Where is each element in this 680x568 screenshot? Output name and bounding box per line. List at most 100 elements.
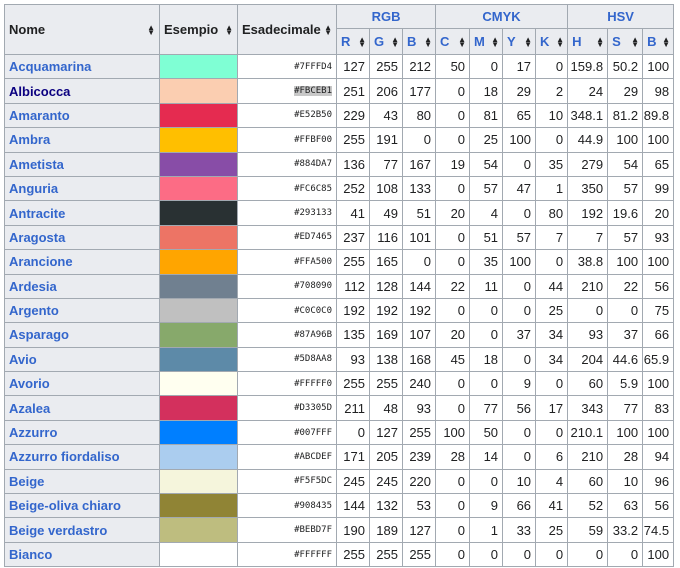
value-r: 255 (336, 541, 370, 568)
value-k: 7 (535, 224, 569, 251)
value-g: 169 (369, 322, 403, 348)
color-name-link[interactable]: Aragosta (4, 224, 160, 251)
color-name-link[interactable]: Antracite (4, 200, 160, 226)
hex-code: #FFA500 (237, 249, 337, 275)
color-name-link[interactable]: Ardesia (4, 273, 160, 299)
column-header-hex[interactable]: Esadecimale ▲ ▼ (237, 4, 337, 55)
table-row: Asparago #87A96B 135 169 107 20 0 37 34 93 37 66 (4, 322, 675, 348)
value-c: 45 (435, 346, 471, 373)
column-header-y-label: Y (507, 34, 516, 49)
column-header-b[interactable]: B ▲ ▼ (401, 28, 437, 55)
value-v: 100 (642, 371, 675, 397)
color-name-link[interactable]: Beige (4, 468, 160, 495)
column-header-r[interactable]: R ▲ ▼ (336, 28, 370, 55)
value-c: 0 (435, 127, 471, 153)
table-row: Beige #F5F5DC 245 245 220 0 0 10 4 60 10 96 (4, 468, 675, 495)
value-y: 0 (502, 419, 537, 446)
value-s: 0 (607, 541, 644, 568)
value-c: 20 (435, 322, 471, 348)
table-row: Albicocca #FBCEB1 251 206 177 0 18 29 2 24 29 98 (4, 78, 675, 104)
color-name-link[interactable]: Asparago (4, 322, 160, 348)
sort-icon[interactable]: ▲ ▼ (424, 35, 432, 48)
column-header-name[interactable]: Nome ▲ ▼ (4, 4, 160, 55)
hex-code: #007FFF (237, 419, 337, 446)
table-row: Azzurro fiordaliso #ABCDEF 171 205 239 28 14 0 6… (4, 444, 675, 470)
value-c: 22 (435, 273, 471, 299)
value-m: 0 (469, 53, 504, 80)
sort-icon[interactable]: ▲ ▼ (147, 23, 155, 36)
hex-code: #293133 (237, 200, 337, 226)
color-name-link[interactable]: Avio (4, 346, 160, 373)
color-name-link[interactable]: Azalea (4, 395, 160, 421)
column-header-s[interactable]: S ▲ ▼ (607, 28, 644, 55)
color-name-link[interactable]: Acquamarina (4, 53, 160, 80)
column-header-example[interactable]: Esempio ▲ ▼ (159, 4, 238, 55)
color-name-link[interactable]: Azzurro fiordaliso (4, 444, 160, 470)
color-name-link[interactable]: Albicocca (4, 78, 160, 104)
value-h: 0 (567, 541, 609, 568)
color-name-link[interactable]: Arancione (4, 249, 160, 275)
color-name-link[interactable]: Amaranto (4, 102, 160, 129)
color-swatch (159, 468, 238, 495)
sort-icon[interactable]: ▲ ▼ (391, 35, 399, 48)
hex-code: #E52B50 (237, 102, 337, 129)
value-b: 212 (401, 53, 437, 80)
value-v: 96 (642, 468, 675, 495)
value-h: 348.1 (567, 102, 609, 129)
color-name-link[interactable]: Avorio (4, 371, 160, 397)
column-header-h[interactable]: H ▲ ▼ (567, 28, 609, 55)
value-s: 100 (607, 419, 644, 446)
color-name-link[interactable]: Bianco (4, 541, 160, 568)
column-header-v[interactable]: B ▲ ▼ (642, 28, 675, 55)
value-c: 0 (435, 371, 471, 397)
value-b: 107 (401, 322, 437, 348)
value-c: 0 (435, 395, 471, 421)
value-k: 0 (535, 541, 569, 568)
table-row: Avio #5D8AA8 93 138 168 45 18 0 34 204 44.6 65.9 (4, 346, 675, 373)
value-b: 80 (401, 102, 437, 129)
value-g: 206 (369, 78, 403, 104)
column-header-y[interactable]: Y ▲ ▼ (502, 28, 537, 55)
column-header-g[interactable]: G ▲ ▼ (369, 28, 403, 55)
value-r: 252 (336, 175, 370, 202)
sort-icon[interactable]: ▲ ▼ (225, 23, 233, 36)
value-y: 56 (502, 395, 537, 421)
color-name-link[interactable]: Ambra (4, 127, 160, 153)
value-v: 98 (642, 78, 675, 104)
sort-icon[interactable]: ▲ ▼ (662, 35, 670, 48)
table-row: Ametista #884DA7 136 77 167 19 54 0 35 279 54 65 (4, 151, 675, 177)
value-m: 57 (469, 175, 504, 202)
table-row: Azalea #D3305D 211 48 93 0 77 56 17 343 77 83 (4, 395, 675, 421)
sort-icon[interactable]: ▲ ▼ (524, 35, 532, 48)
color-name-link[interactable]: Azzurro (4, 419, 160, 446)
value-v: 99 (642, 175, 675, 202)
value-v: 93 (642, 224, 675, 251)
color-name-link[interactable]: Ametista (4, 151, 160, 177)
color-name-link[interactable]: Argento (4, 297, 160, 324)
column-header-k[interactable]: K ▲ ▼ (535, 28, 569, 55)
value-g: 48 (369, 395, 403, 421)
color-name-link[interactable]: Anguria (4, 175, 160, 202)
value-g: 49 (369, 200, 403, 226)
column-header-s-label: S (612, 34, 621, 49)
value-g: 255 (369, 53, 403, 80)
column-header-c[interactable]: C ▲ ▼ (435, 28, 471, 55)
sort-icon[interactable]: ▲ ▼ (324, 23, 332, 36)
sort-icon[interactable]: ▲ ▼ (491, 35, 499, 48)
value-c: 0 (435, 517, 471, 543)
color-swatch (159, 224, 238, 251)
value-k: 2 (535, 78, 569, 104)
sort-icon[interactable]: ▲ ▼ (596, 35, 604, 48)
color-name-link[interactable]: Beige-oliva chiaro (4, 493, 160, 519)
value-r: 211 (336, 395, 370, 421)
value-b: 93 (401, 395, 437, 421)
color-name-link[interactable]: Beige verdastro (4, 517, 160, 543)
value-c: 28 (435, 444, 471, 470)
sort-icon[interactable]: ▲ ▼ (358, 35, 366, 48)
sort-icon[interactable]: ▲ ▼ (556, 35, 564, 48)
column-header-m[interactable]: M ▲ ▼ (469, 28, 504, 55)
value-m: 35 (469, 249, 504, 275)
sort-icon[interactable]: ▲ ▼ (458, 35, 466, 48)
value-k: 25 (535, 297, 569, 324)
sort-icon[interactable]: ▲ ▼ (631, 35, 639, 48)
